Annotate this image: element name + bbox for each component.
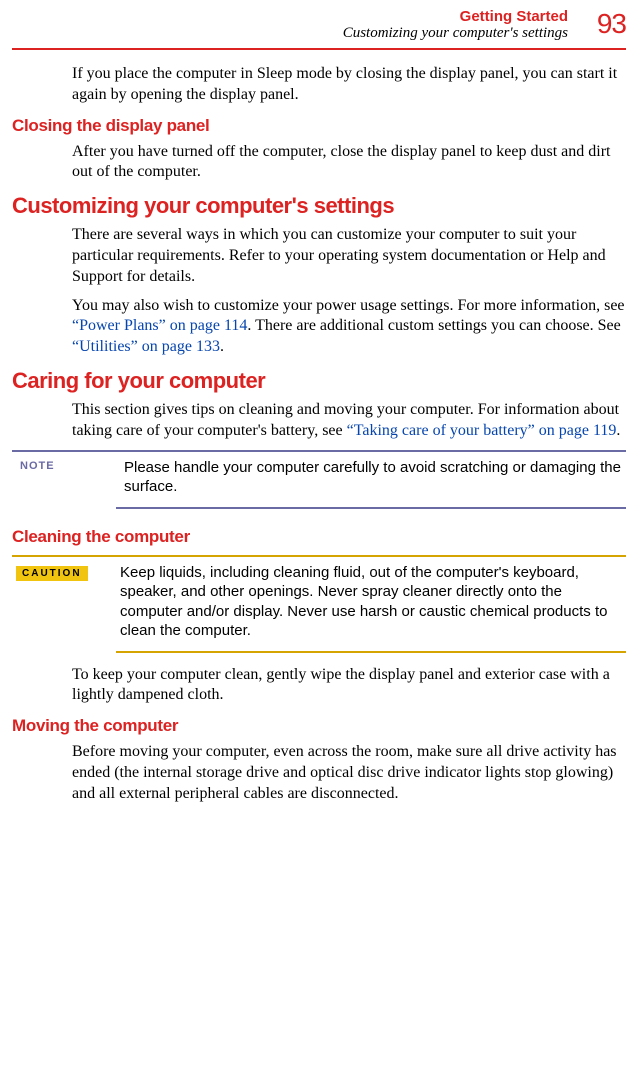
body-paragraph: If you place the computer in Sleep mode … bbox=[72, 64, 626, 106]
heading-closing-display-panel: Closing the display panel bbox=[12, 116, 626, 136]
caution-bottom-rule bbox=[116, 651, 626, 653]
heading-moving-computer: Moving the computer bbox=[12, 716, 626, 736]
body-paragraph: There are several ways in which you can … bbox=[72, 225, 626, 287]
body-paragraph: Before moving your computer, even across… bbox=[72, 742, 626, 804]
caution-label-wrap: CAUTION bbox=[12, 563, 120, 581]
link-utilities[interactable]: “Utilities” on page 133 bbox=[72, 338, 220, 355]
caution-callout: CAUTION Keep liquids, including cleaning… bbox=[12, 555, 626, 653]
body-paragraph: This section gives tips on cleaning and … bbox=[72, 400, 626, 442]
link-taking-care-battery[interactable]: “Taking care of your battery” on page 11… bbox=[347, 422, 617, 439]
note-callout: NOTE Please handle your computer careful… bbox=[12, 450, 626, 509]
note-label: NOTE bbox=[12, 458, 124, 472]
body-paragraph: After you have turned off the computer, … bbox=[72, 142, 626, 184]
page-number: 93 bbox=[597, 8, 626, 40]
body-paragraph: You may also wish to customize your powe… bbox=[72, 296, 626, 358]
caution-text: Keep liquids, including cleaning fluid, … bbox=[120, 563, 626, 641]
heading-customizing-settings: Customizing your computer's settings bbox=[12, 193, 626, 219]
body-paragraph: To keep your computer clean, gently wipe… bbox=[72, 665, 626, 707]
header-rule bbox=[12, 48, 626, 50]
chapter-title: Getting Started bbox=[12, 8, 626, 25]
heading-caring-for-computer: Caring for your computer bbox=[12, 368, 626, 394]
page-header: Getting Started Customizing your compute… bbox=[12, 8, 626, 42]
note-bottom-rule bbox=[116, 507, 626, 509]
note-text: Please handle your computer carefully to… bbox=[124, 458, 626, 497]
document-page: Getting Started Customizing your compute… bbox=[0, 0, 638, 833]
link-power-plans[interactable]: “Power Plans” on page 114 bbox=[72, 317, 247, 334]
heading-cleaning-computer: Cleaning the computer bbox=[12, 527, 626, 547]
section-subtitle: Customizing your computer's settings bbox=[12, 25, 626, 42]
caution-label: CAUTION bbox=[16, 566, 88, 581]
